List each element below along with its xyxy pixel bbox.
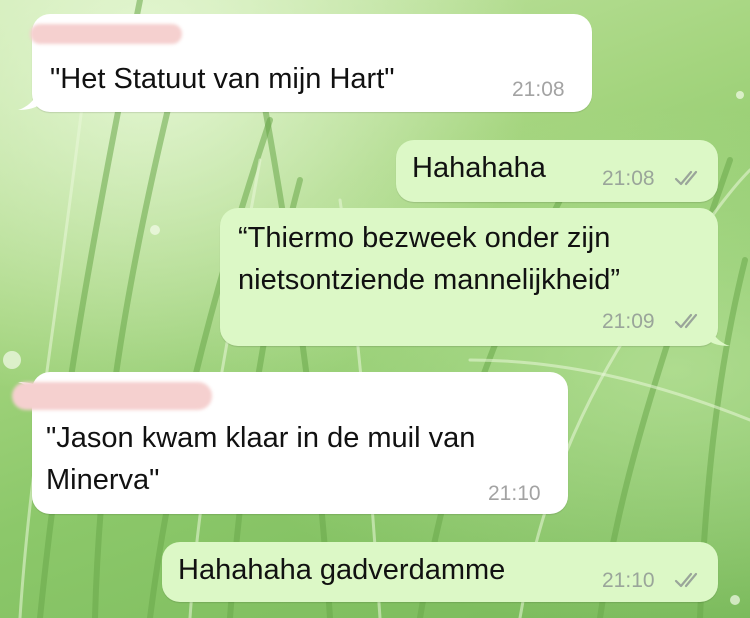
message-text-line: nietsontziende mannelijkheid” xyxy=(238,264,621,296)
double-check-icon xyxy=(674,572,698,588)
bubble-tail xyxy=(708,324,730,346)
bubble-tail xyxy=(18,88,40,110)
message-text: Hahahaha gadverdamme xyxy=(178,554,506,586)
message-timestamp: 21:08 xyxy=(602,167,655,190)
outgoing-message-bubble[interactable]: “Thiermo bezweek onder zijn nietsontzien… xyxy=(220,208,730,346)
message-text-line: "Jason kwam klaar in de muil van xyxy=(46,422,476,454)
double-check-icon xyxy=(674,313,698,329)
message-timestamp: 21:10 xyxy=(602,569,655,592)
incoming-message-bubble[interactable]: "Jason kwam klaar in de muil van Minerva… xyxy=(12,372,568,514)
outgoing-message-bubble[interactable]: Hahahaha 21:08 xyxy=(396,140,718,202)
message-text-line: “Thiermo bezweek onder zijn xyxy=(238,222,611,254)
redacted-sender-name xyxy=(12,382,212,410)
message-timestamp: 21:08 xyxy=(512,78,565,101)
message-text-line: Minerva" xyxy=(46,464,160,496)
message-timestamp: 21:10 xyxy=(488,482,541,505)
message-text: Hahahaha xyxy=(412,152,546,184)
incoming-message-bubble[interactable]: "Het Statuut van mijn Hart" 21:08 xyxy=(18,14,592,112)
message-timestamp: 21:09 xyxy=(602,310,655,333)
redacted-sender-name xyxy=(30,24,182,44)
outgoing-message-bubble[interactable]: Hahahaha gadverdamme 21:10 xyxy=(162,542,718,602)
double-check-icon xyxy=(674,170,698,186)
message-text: "Het Statuut van mijn Hart" xyxy=(50,63,395,95)
